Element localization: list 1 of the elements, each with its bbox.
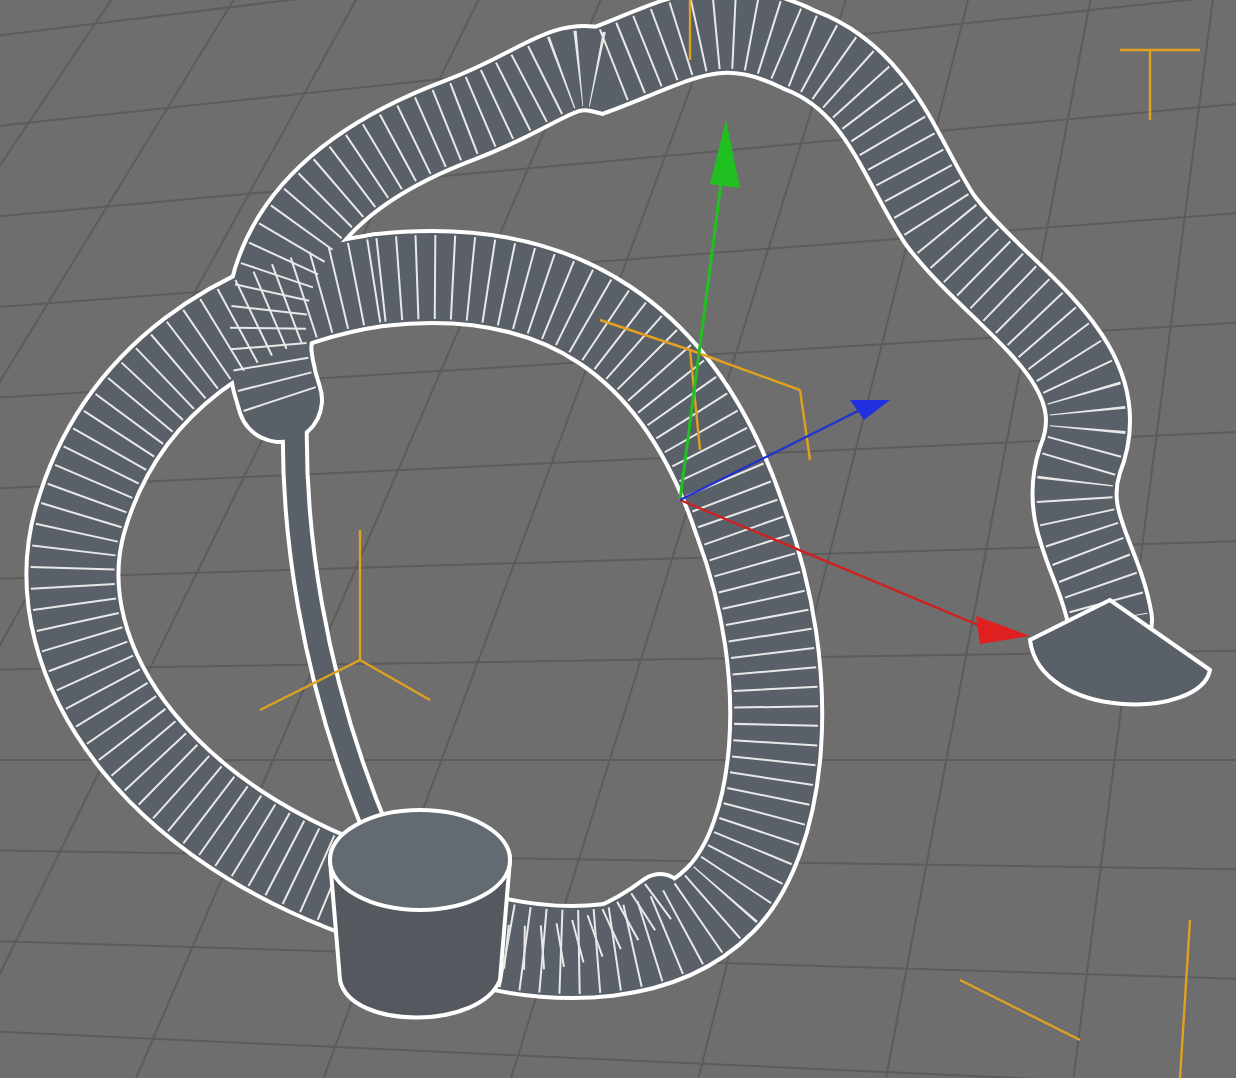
axis-gizmo[interactable]: [678, 120, 1030, 644]
